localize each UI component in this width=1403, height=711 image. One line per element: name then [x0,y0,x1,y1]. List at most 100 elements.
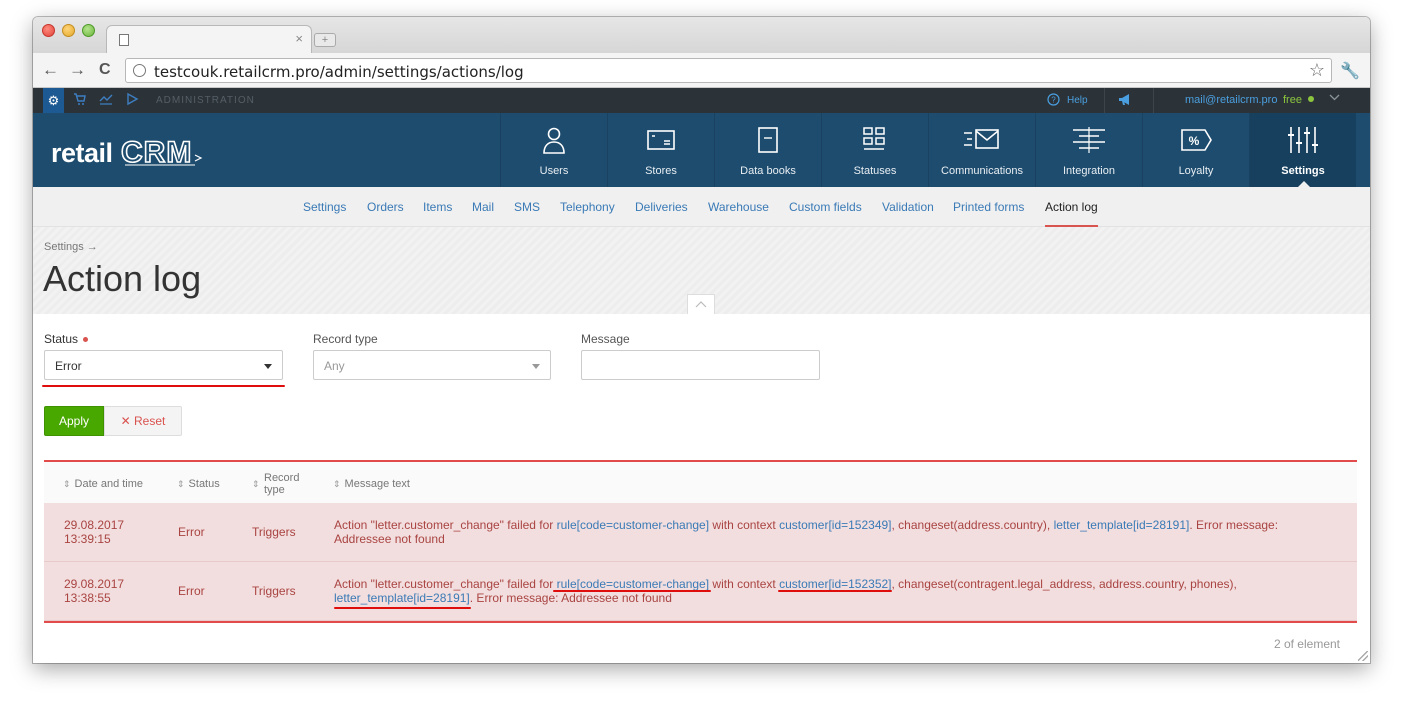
nav-users[interactable]: Users [500,113,607,187]
row-record-type: Triggers [252,525,296,539]
sort-icon: ⇕ [333,479,341,489]
collapse-toggle[interactable] [687,294,715,314]
sliders-icon [1288,127,1318,153]
column-message[interactable]: ⇕ Message text [333,478,410,490]
column-record-type[interactable]: ⇕ Record type [252,472,299,496]
address-url[interactable]: testcouk.retailcrm.pro/admin/settings/ac… [154,63,524,81]
nav-statuses[interactable]: Statuses [821,113,928,187]
reset-button[interactable]: ✕ Reset [104,406,182,436]
svg-text:%: % [1189,134,1200,148]
subnav-action-log[interactable]: Action log [1045,200,1098,214]
message-label: Message [581,332,630,346]
subnav-sms[interactable]: SMS [514,200,540,214]
rule-link[interactable]: rule[code=customer-change] [557,518,709,532]
status-select-value: Error [55,359,82,373]
divider [1104,88,1105,113]
element-count: 2 of element [1273,637,1340,651]
new-tab-button[interactable]: + [314,33,336,47]
customer-link[interactable]: customer[id=152352] [779,577,891,591]
settings-subnav: Settings Orders Items Mail SMS Telephony… [33,187,1370,227]
nav-stores[interactable]: Stores [607,113,714,187]
nav-label: Loyalty [1178,165,1214,177]
megaphone-icon[interactable] [1118,93,1134,109]
retailcrm-logo[interactable]: retail CRM [51,135,221,178]
analytics-icon[interactable] [99,92,113,109]
status-filter-label: Status [44,332,89,346]
nav-settings[interactable]: Settings [1249,113,1356,187]
record-type-label: Record type [313,332,378,346]
subnav-telephony[interactable]: Telephony [560,200,615,214]
address-bar[interactable]: testcouk.retailcrm.pro/admin/settings/ac… [125,58,1332,83]
annotation-underline [553,590,711,592]
subnav-mail[interactable]: Mail [472,200,494,214]
nav-label: Data books [740,165,796,177]
chevron-up-icon [695,301,707,308]
row-status: Error [178,584,205,598]
browser-tab-bar: × + [33,17,1370,53]
nav-communications[interactable]: Communications [928,113,1035,187]
back-icon[interactable]: ← [42,61,59,79]
nav-label: Statuses [853,165,897,177]
tab-close-icon[interactable]: × [295,31,303,46]
svg-text:CRM: CRM [121,136,192,169]
letter-template-link[interactable]: letter_template[id=28191] [334,591,470,605]
wrench-icon[interactable]: 🔧 [1340,61,1360,81]
close-window-button[interactable] [42,24,55,37]
reload-icon[interactable]: C [99,61,111,79]
sort-icon: ⇕ [63,479,71,489]
subnav-printed-forms[interactable]: Printed forms [953,200,1024,214]
cart-icon[interactable] [73,92,87,109]
table-header: ⇕ Date and time ⇕ Status ⇕ Record type ⇕ Me… [44,462,1357,504]
statuses-icon [863,127,885,150]
nav-data-books[interactable]: Data books [714,113,821,187]
main-header: retail CRM Users Stores Data books Statu… [33,113,1370,187]
record-type-select[interactable]: Any [313,350,551,380]
subnav-warehouse[interactable]: Warehouse [708,200,769,214]
subnav-deliveries[interactable]: Deliveries [635,200,688,214]
caret-down-icon [532,364,540,369]
subnav-custom-fields[interactable]: Custom fields [789,200,862,214]
browser-tab[interactable]: × [106,25,312,53]
globe-icon [133,64,146,77]
table-row[interactable]: 29.08.2017 13:39:15 Error Triggers Action… [44,503,1357,562]
rule-link[interactable]: rule[code=customer-change] [557,577,709,591]
resize-handle[interactable] [1358,651,1368,661]
nav-loyalty[interactable]: % Loyalty [1142,113,1249,187]
admin-label: ADMINISTRATION [156,95,255,106]
subnav-settings[interactable]: Settings [303,200,346,214]
sort-icon: ⇕ [252,479,260,489]
browser-toolbar: ← → C testcouk.retailcrm.pro/admin/setti… [33,53,1370,88]
play-icon[interactable] [125,92,139,109]
help-link[interactable]: Help [1067,95,1088,106]
column-status[interactable]: ⇕ Status [177,478,220,490]
subnav-items[interactable]: Items [423,200,452,214]
status-select[interactable]: Error [44,350,283,380]
mail-icon [964,129,999,149]
nav-integration[interactable]: Integration [1035,113,1142,187]
letter-template-link[interactable]: letter_template[id=28191] [1054,518,1190,532]
help-icon[interactable]: ? [1047,93,1060,109]
integration-icon [1073,127,1105,153]
table-footer-line [44,621,1357,623]
zoom-window-button[interactable] [82,24,95,37]
nav-label: Stores [645,165,677,177]
svg-text:?: ? [1051,96,1056,105]
apply-button[interactable]: Apply [44,406,104,436]
bookmark-star-icon[interactable]: ☆ [1309,60,1325,81]
gear-icon[interactable]: ⚙ [43,88,64,113]
chevron-down-icon[interactable] [1329,92,1340,106]
subnav-orders[interactable]: Orders [367,200,404,214]
nav-label: Settings [1281,165,1325,177]
forward-icon[interactable]: → [69,61,86,79]
row-record-type: Triggers [252,584,296,598]
status-dot [1308,96,1314,102]
minimize-window-button[interactable] [62,24,75,37]
subnav-validation[interactable]: Validation [882,200,934,214]
column-date[interactable]: ⇕ Date and time [63,478,143,490]
page-header: Settings → Action log [33,227,1370,314]
breadcrumb[interactable]: Settings → [44,241,98,253]
user-email[interactable]: mail@retailcrm.pro [1185,94,1277,106]
message-input[interactable] [581,350,820,380]
customer-link[interactable]: customer[id=152349] [779,518,891,532]
svg-text:retail: retail [51,138,113,168]
